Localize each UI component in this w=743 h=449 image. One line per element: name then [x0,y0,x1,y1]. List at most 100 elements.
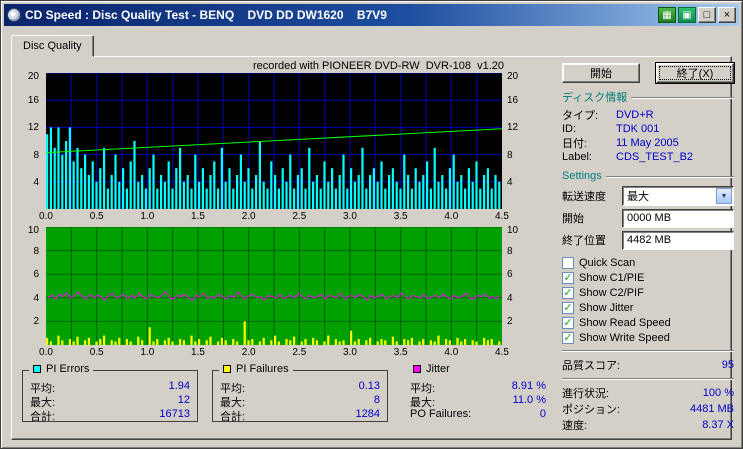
stat-value: 11.0 % [512,394,546,406]
bottom-chart-yaxis-left: 10 8 6 4 2 [20,225,42,359]
stat-value: 8.91 % [511,380,546,392]
checkbox-box[interactable] [562,256,574,269]
disc-info-value: TDK 001 [616,123,660,135]
separator [562,350,734,352]
disc-info-value: 11 May 2005 [616,137,679,149]
settings-header-label: Settings [562,170,602,182]
disc-info-value: CDS_TEST_B2 [616,151,694,163]
disc-info-label: タイプ: [562,110,599,122]
stat-value: 16713 [159,408,190,420]
stat-row: PO Failures: 0 [410,408,546,421]
action-buttons: 開始 終了(X) [562,62,735,84]
status-label: 速度: [562,420,588,432]
x-axis-label: 3.0 [343,211,357,222]
save-graph-icon[interactable]: ▣ [678,7,696,23]
y-axis-label: 4 [33,292,39,304]
stat-row: 合計: 16713 [30,408,190,423]
disc-info-label: Label: [562,151,592,163]
title-bar[interactable]: CD Speed : Disc Quality Test - BENQ DVD … [4,4,739,26]
speed-combobox[interactable]: 最大 ▼ [622,186,734,206]
jitter-stats: 平均: 8.91 % 最大: 11.0 % PO Failures: 0 [403,371,553,421]
quality-score-row: 品質スコア: 95 [562,357,734,373]
checkbox-box[interactable]: ✓ [562,301,574,314]
pi-errors-statbox: PI Errors 平均: 1.94 最大: 12 合計: 16713 [22,363,198,423]
pi-failures-statbox-title: PI Failures [219,363,293,375]
maximize-button[interactable]: □ [698,7,716,23]
chevron-down-icon[interactable]: ▼ [716,188,732,204]
capture-icon[interactable]: ▦ [658,7,676,23]
exit-button[interactable]: 終了(X) [655,62,735,84]
x-axis-label: 4.5 [495,211,509,222]
pi-errors-statbox-title: PI Errors [29,363,94,375]
jitter-statbox-label: Jitter [426,363,450,375]
checkbox-box[interactable]: ✓ [562,286,574,299]
disc-info-header: ディスク情報 [562,89,734,105]
x-axis-label: 3.5 [393,211,408,222]
y-axis-label: 6 [507,269,513,281]
pi-failures-statbox-label: PI Failures [236,363,289,375]
y-axis-label: 2 [33,316,39,328]
y-axis-label: 20 [507,71,519,82]
stat-label: 最大: [30,397,56,409]
checkbox-box[interactable]: ✓ [562,331,574,344]
checkbox-show-write-speed[interactable]: ✓ Show Write Speed [562,330,734,345]
y-axis-label: 10 [507,225,519,236]
status-label: ポジション: [562,404,621,416]
checkbox-show-jitter[interactable]: ✓ Show Jitter [562,300,734,315]
stat-row: 平均: 0.13 [220,380,380,395]
y-axis-label: 4 [33,176,39,188]
stat-value: 0 [539,408,546,420]
stat-row: 平均: 1.94 [30,380,190,395]
x-axis-label: 1.5 [191,347,205,358]
bottom-chart-plot [46,227,502,345]
status-value: 4481 MB [689,403,734,415]
stat-label: 合計: [30,411,56,423]
end-position-input[interactable] [622,230,734,250]
pi-failures-stats: 平均: 0.13 最大: 8 合計: 1284 [213,371,387,423]
top-chart: 20 16 12 8 4 20 16 12 8 4 0.0 0.5 1.0 1.5 2.0 2.5 3.0 3… [20,71,556,223]
stat-row: 最大: 8 [220,394,380,409]
stat-row: 最大: 11.0 % [410,394,546,409]
close-button[interactable]: × [718,7,736,23]
checkbox-show-read-speed[interactable]: ✓ Show Read Speed [562,315,734,330]
y-axis-label: 8 [33,149,39,161]
x-axis-label: 2.5 [292,211,307,222]
checkbox-box[interactable]: ✓ [562,316,574,329]
checkbox-label: Show C2/PIF [579,286,644,299]
side-panel: 開始 終了(X) ディスク情報 タイプ: DVD+R ID: TDK 001 日付: 11… [562,61,735,433]
checkbox-quick-scan[interactable]: Quick Scan [562,255,734,270]
bottom-chart: 10 8 6 4 2 10 8 6 4 2 0.0 0.5 1.0 1.5 2.0 2.5 3.0 3.5 4.… [20,225,556,359]
checkbox-box[interactable]: ✓ [562,271,574,284]
start-position-row: 開始 [562,207,734,229]
quality-score-label: 品質スコア: [562,360,621,372]
disc-info-row: Label: CDS_TEST_B2 [562,150,734,164]
tab-label: Disc Quality [23,40,82,52]
tab-disc-quality[interactable]: Disc Quality [11,35,94,57]
y-axis-label: 16 [507,95,519,107]
stat-row: 合計: 1284 [220,408,380,423]
quality-score-value: 95 [721,359,734,371]
start-button[interactable]: 開始 [562,63,640,83]
x-axis-label: 0.5 [89,347,104,358]
status-row: 進行状況: 100 % [562,385,734,401]
stat-label: 最大: [220,397,246,409]
separator [631,97,734,99]
y-axis-label: 8 [507,149,513,161]
app-icon [7,8,21,22]
x-axis-label: 0.0 [39,211,53,222]
pi-errors-stats: 平均: 1.94 最大: 12 合計: 16713 [23,371,197,423]
stat-label: 最大: [410,397,436,409]
stat-value: 1.94 [168,380,190,392]
status-value: 100 % [702,387,734,399]
separator [562,378,734,380]
checkbox-show-c1-pie[interactable]: ✓ Show C1/PIE [562,270,734,285]
checkbox-show-c2-pif[interactable]: ✓ Show C2/PIF [562,285,734,300]
x-axis-label: 4.0 [444,347,459,358]
client-area: Disc Quality recorded with PIONEER DVD-R… [4,26,739,445]
start-position-input[interactable] [622,208,734,228]
app-window: CD Speed : Disc Quality Test - BENQ DVD … [0,0,743,449]
x-axis-label: 2.0 [241,211,256,222]
status-row: ポジション: 4481 MB [562,401,734,417]
status-label: 進行状況: [562,388,610,400]
bottom-chart-xaxis: 0.0 0.5 1.0 1.5 2.0 2.5 3.0 3.5 4.0 4.5 [39,347,509,359]
